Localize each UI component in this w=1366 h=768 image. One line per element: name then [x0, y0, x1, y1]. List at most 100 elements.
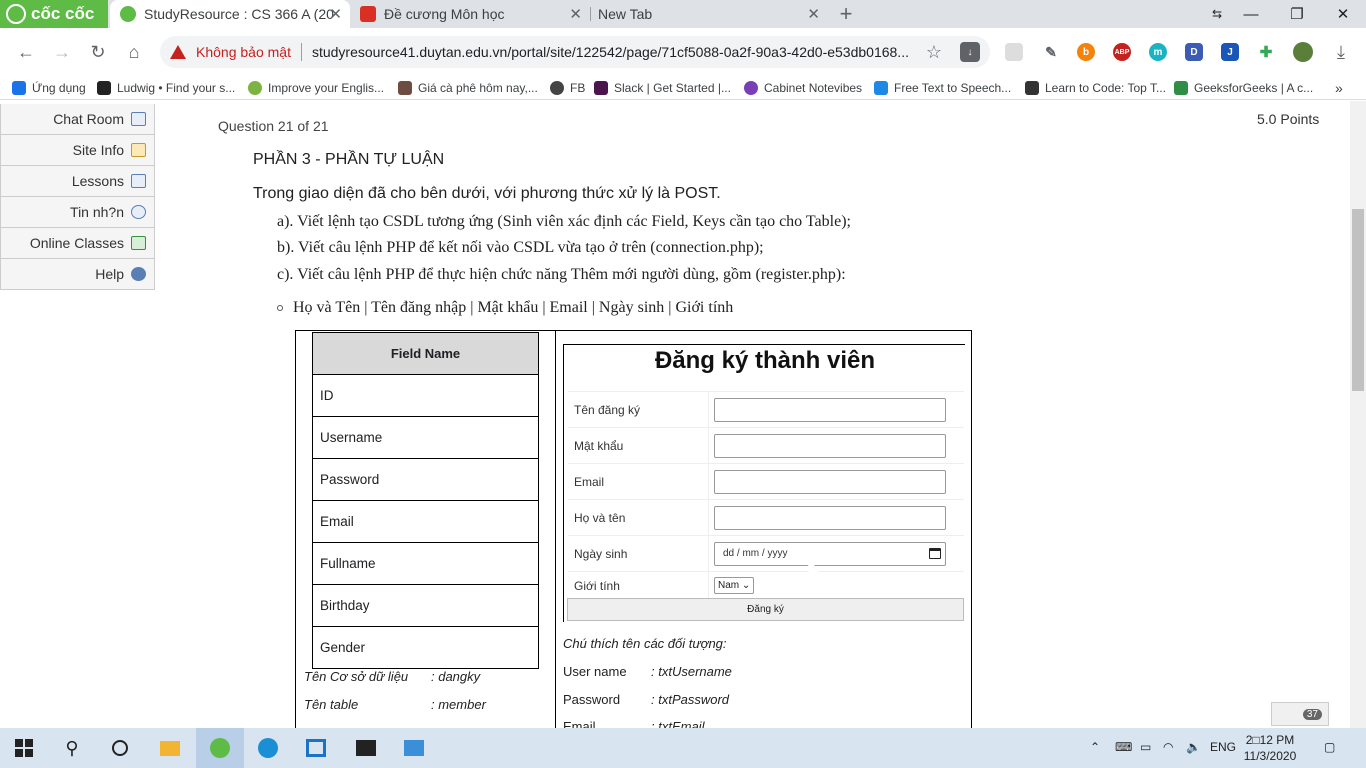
scroll-thumb[interactable] [1352, 209, 1364, 391]
extensions-puzzle-icon[interactable]: ✚ [1257, 43, 1275, 61]
slack-icon [594, 81, 608, 95]
bookmark-star-icon[interactable]: ☆ [920, 38, 948, 66]
sidebar-item-site-info[interactable]: Site Info [0, 135, 155, 166]
close-icon[interactable]: ✕ [807, 5, 820, 23]
notifications-icon[interactable]: ▢ [1324, 740, 1335, 754]
search-icon[interactable]: ⚲ [48, 728, 96, 768]
taskbar-clock[interactable]: 2□12 PM 11/3/2020 [1242, 732, 1298, 764]
tab-strip: cốc cốc StudyResource : CS 366 A (20 ✕ Đ… [0, 0, 1366, 28]
bookmark-ca-phe[interactable]: Giá cà phê hôm nay,... [398, 79, 538, 97]
object-notes-title: Chú thích tên các đối tượng: [563, 636, 727, 651]
gender-select[interactable]: Nam ⌄ [714, 577, 754, 594]
download-icon[interactable]: ↓ [960, 42, 980, 62]
close-icon[interactable]: ✕ [569, 5, 582, 23]
minimize-icon[interactable]: — [1228, 0, 1274, 28]
omnibox-separator [300, 43, 302, 61]
extension-m-icon[interactable]: m [1149, 43, 1167, 61]
sidebar-item-messages[interactable]: Tin nh?n [0, 197, 155, 228]
studyresource-favicon-icon [120, 6, 136, 22]
table-row: Birthday [312, 584, 539, 627]
apps-grid-icon [12, 81, 26, 95]
birthday-date-field[interactable]: dd / mm / yyyy [714, 542, 946, 566]
browser-logo[interactable]: cốc cốc [0, 0, 108, 28]
bookmark-learn-code[interactable]: Learn to Code: Top T... [1025, 79, 1166, 97]
sidebar-item-lessons[interactable]: Lessons [0, 166, 155, 197]
cortana-icon[interactable] [96, 728, 144, 768]
table-row: Username [312, 416, 539, 459]
file-explorer-icon[interactable] [146, 728, 194, 768]
tab-studyresource[interactable]: StudyResource : CS 366 A (20 ✕ [110, 0, 350, 28]
username-note-label: User name [563, 664, 627, 679]
extension-b-icon[interactable]: b [1077, 43, 1095, 61]
restore-icon[interactable]: ❐ [1274, 0, 1320, 28]
form-row-password: Mật khẩu [568, 427, 964, 464]
sidebar-item-help[interactable]: Help [0, 259, 155, 290]
site-sidebar: Chat Room Site Info Lessons Tin nh?n Onl… [0, 104, 155, 290]
adblock-icon[interactable]: ABP [1113, 43, 1131, 61]
chevron-down-icon: ⌄ [741, 580, 751, 591]
book-icon [131, 174, 146, 188]
extension-j-icon[interactable]: J [1221, 43, 1239, 61]
bookmark-tts[interactable]: Free Text to Speech... [874, 79, 1011, 97]
online-users-badge[interactable]: 37 [1271, 702, 1329, 726]
profile-avatar-icon[interactable] [1293, 42, 1313, 62]
windows-start-icon[interactable] [0, 728, 48, 768]
bookmarks-bar: Ứng dụng Ludwig • Find your s... Improve… [0, 76, 1366, 100]
url-text[interactable]: studyresource41.duytan.edu.vn/portal/sit… [312, 44, 909, 60]
extension-tools-icon[interactable]: ✎ [1042, 43, 1060, 61]
requirement-b: b). Viết câu lệnh PHP để kết nối vào CSD… [277, 239, 764, 256]
battery-icon[interactable]: ▭ [1140, 740, 1151, 754]
chat-icon [131, 112, 146, 126]
new-tab-plus-icon[interactable]: + [832, 0, 860, 28]
tab-new-tab[interactable]: New Tab ✕ [588, 0, 828, 28]
bookmark-ludwig[interactable]: Ludwig • Find your s... [97, 79, 235, 97]
sidebar-item-chat-room[interactable]: Chat Room [0, 104, 155, 135]
keyboard-icon[interactable]: ⌨ [1115, 740, 1132, 754]
back-arrow-icon[interactable]: ← [12, 38, 40, 66]
bookmark-fb[interactable]: FB [550, 79, 585, 97]
home-icon[interactable]: ⌂ [120, 38, 148, 66]
password-field[interactable] [714, 434, 946, 458]
question-intro: Trong giao diện đã cho bên dưới, với phư… [253, 185, 721, 202]
calendar-icon[interactable] [929, 548, 941, 559]
email-field[interactable] [714, 470, 946, 494]
menu-download-icon[interactable]: ⤓ [1327, 38, 1355, 66]
bookmark-geeksforgeeks[interactable]: GeeksforGeeks | A c... [1174, 79, 1313, 97]
page-content: Chat Room Site Info Lessons Tin nh?n Onl… [0, 101, 1350, 728]
bullet-circle-icon [277, 305, 283, 311]
extension-d-icon[interactable]: D [1185, 43, 1203, 61]
page-scrollbar[interactable] [1350, 101, 1366, 728]
bookmark-english[interactable]: Improve your Englis... [248, 79, 384, 97]
reload-icon[interactable]: ↻ [84, 38, 112, 66]
register-button[interactable]: Đăng ký [567, 598, 964, 621]
window-app-icon[interactable] [390, 728, 438, 768]
terminal-icon[interactable] [342, 728, 390, 768]
bookmark-apps[interactable]: Ứng dụng [12, 79, 86, 97]
table-row: ID [312, 374, 539, 417]
close-icon[interactable]: ✕ [329, 5, 342, 23]
more-bookmarks-icon[interactable]: » [1335, 79, 1343, 97]
bookmark-notevibes[interactable]: Cabinet Notevibes [744, 79, 862, 97]
classes-icon [131, 236, 146, 250]
fullname-field[interactable] [714, 506, 946, 530]
forward-arrow-icon[interactable]: → [48, 38, 76, 66]
tab-de-cuong[interactable]: Đề cương Môn học ✕ [350, 0, 590, 28]
sidebar-item-online-classes[interactable]: Online Classes [0, 228, 155, 259]
volume-icon[interactable]: 🔈 [1186, 740, 1201, 754]
bookmark-slack[interactable]: Slack | Get Started |... [594, 79, 731, 97]
coccoc-taskbar-icon[interactable] [196, 728, 244, 768]
edge-icon[interactable] [244, 728, 292, 768]
shield-icon [1025, 81, 1039, 95]
wifi-icon[interactable]: ◠ [1163, 740, 1173, 754]
email-note-label: Email [563, 719, 596, 728]
table-row: Gender [312, 626, 539, 669]
close-window-icon[interactable]: ✕ [1320, 0, 1366, 28]
app-icon[interactable] [292, 728, 340, 768]
address-bar[interactable]: Không bảo mật studyresource41.duytan.edu… [160, 36, 990, 68]
username-field[interactable] [714, 398, 946, 422]
extension-cast-icon[interactable] [1005, 43, 1023, 61]
chevron-up-icon[interactable]: ⌃ [1090, 740, 1100, 754]
pdf-favicon-icon [360, 6, 376, 22]
security-label[interactable]: Không bảo mật [196, 44, 291, 60]
language-indicator[interactable]: ENG [1210, 740, 1236, 754]
